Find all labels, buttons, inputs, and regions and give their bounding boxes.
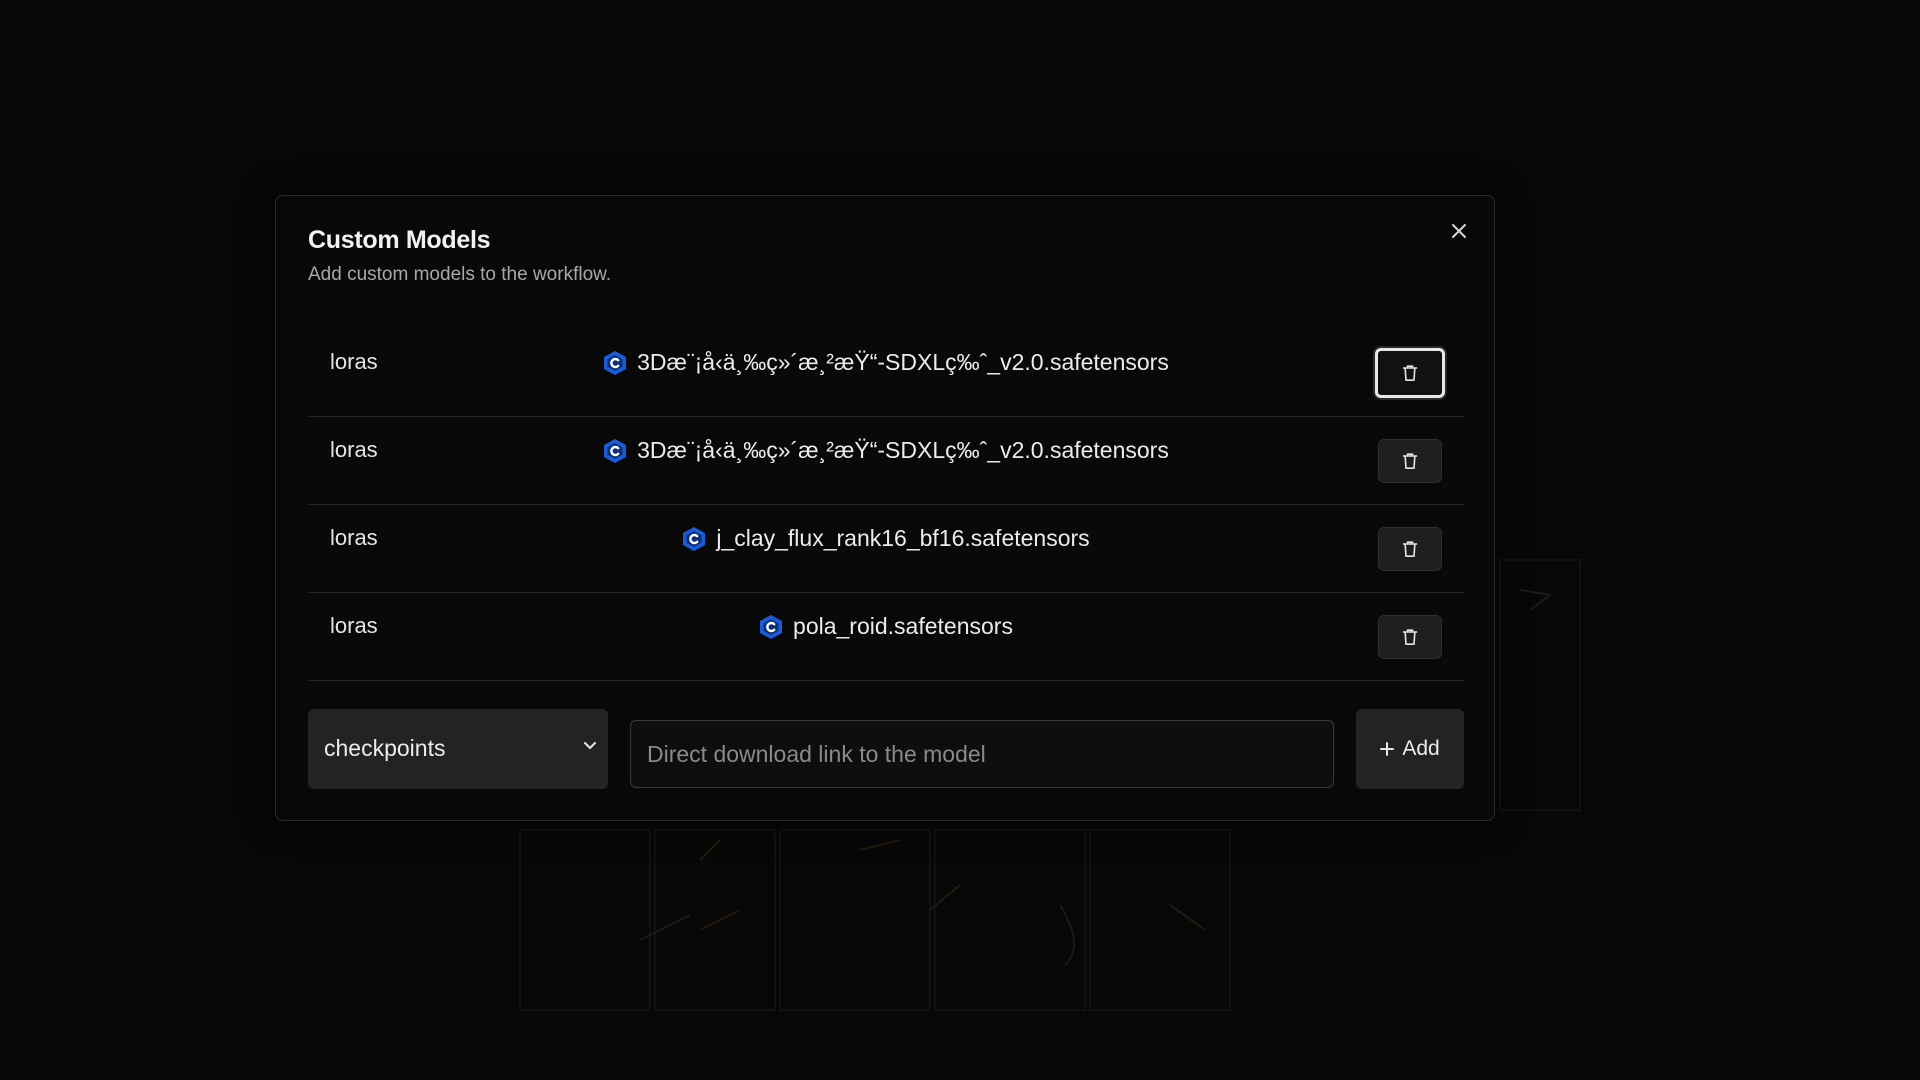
- trash-icon: [1402, 453, 1418, 469]
- delete-model-button[interactable]: [1378, 439, 1442, 483]
- model-type-label: loras: [330, 613, 378, 638]
- model-file-cell: 3Dæ¨¡å‹ä¸‰ç»´æ¸²æŸ“-SDXLç‰ˆ_v2.0.safeten…: [308, 349, 1464, 381]
- model-file-link[interactable]: 3Dæ¨¡å‹ä¸‰ç»´æ¸²æŸ“-SDXLç‰ˆ_v2.0.safeten…: [603, 349, 1169, 376]
- trash-icon: [1402, 365, 1418, 381]
- delete-model-button[interactable]: [1378, 615, 1442, 659]
- model-file-cell: 3Dæ¨¡å‹ä¸‰ç»´æ¸²æŸ“-SDXLç‰ˆ_v2.0.safeten…: [308, 437, 1464, 469]
- model-file-cell: j_clay_flux_rank16_bf16.safetensors: [308, 525, 1464, 557]
- custom-models-dialog: Custom Models Add custom models to the w…: [275, 195, 1495, 821]
- model-row: loras 3Dæ¨¡å‹ä¸‰ç»´æ¸²æŸ“-SDXLç‰ˆ_v2.0.sa…: [308, 329, 1464, 417]
- model-filename: 3Dæ¨¡å‹ä¸‰ç»´æ¸²æŸ“-SDXLç‰ˆ_v2.0.safeten…: [637, 349, 1169, 375]
- civitai-icon: [604, 350, 627, 375]
- model-type-select[interactable]: checkpoints: [308, 709, 608, 789]
- civitai-icon: [760, 614, 783, 639]
- model-type-label: loras: [330, 437, 378, 462]
- download-link-input[interactable]: [630, 720, 1334, 788]
- trash-icon: [1402, 541, 1418, 557]
- model-type-selected-value: checkpoints: [324, 735, 446, 761]
- close-button[interactable]: [1446, 218, 1472, 244]
- dialog-subtitle: Add custom models to the workflow.: [308, 264, 612, 285]
- model-row: loras j_clay_flux_rank16_bf16.safetensors: [308, 505, 1464, 593]
- add-model-form: checkpoints Add: [308, 709, 1464, 789]
- model-filename: j_clay_flux_rank16_bf16.safetensors: [716, 525, 1090, 551]
- model-filename: pola_roid.safetensors: [793, 613, 1013, 639]
- add-model-button[interactable]: Add: [1356, 709, 1464, 789]
- close-icon: [1452, 224, 1466, 238]
- model-list: loras 3Dæ¨¡å‹ä¸‰ç»´æ¸²æŸ“-SDXLç‰ˆ_v2.0.sa…: [308, 329, 1464, 681]
- model-file-link[interactable]: pola_roid.safetensors: [759, 613, 1013, 640]
- trash-icon: [1402, 629, 1418, 645]
- model-file-link[interactable]: j_clay_flux_rank16_bf16.safetensors: [682, 525, 1090, 552]
- add-button-label: Add: [1402, 737, 1440, 760]
- model-filename: 3Dæ¨¡å‹ä¸‰ç»´æ¸²æŸ“-SDXLç‰ˆ_v2.0.safeten…: [637, 437, 1169, 463]
- model-row: loras pola_roid.safetensors: [308, 593, 1464, 681]
- delete-model-button[interactable]: [1375, 348, 1445, 398]
- model-row: loras 3Dæ¨¡å‹ä¸‰ç»´æ¸²æŸ“-SDXLç‰ˆ_v2.0.sa…: [308, 417, 1464, 505]
- dialog-title: Custom Models: [308, 226, 491, 254]
- civitai-icon: [604, 438, 627, 463]
- model-file-link[interactable]: 3Dæ¨¡å‹ä¸‰ç»´æ¸²æŸ“-SDXLç‰ˆ_v2.0.safeten…: [603, 437, 1169, 464]
- chevron-down-icon: [583, 741, 597, 750]
- plus-icon: [1380, 742, 1395, 756]
- model-type-label: loras: [330, 349, 378, 374]
- civitai-icon: [683, 526, 706, 551]
- delete-model-button[interactable]: [1378, 527, 1442, 571]
- model-file-cell: pola_roid.safetensors: [308, 613, 1464, 645]
- model-type-label: loras: [330, 525, 378, 550]
- app-screen: Custom Models Add custom models to the w…: [0, 0, 1920, 1080]
